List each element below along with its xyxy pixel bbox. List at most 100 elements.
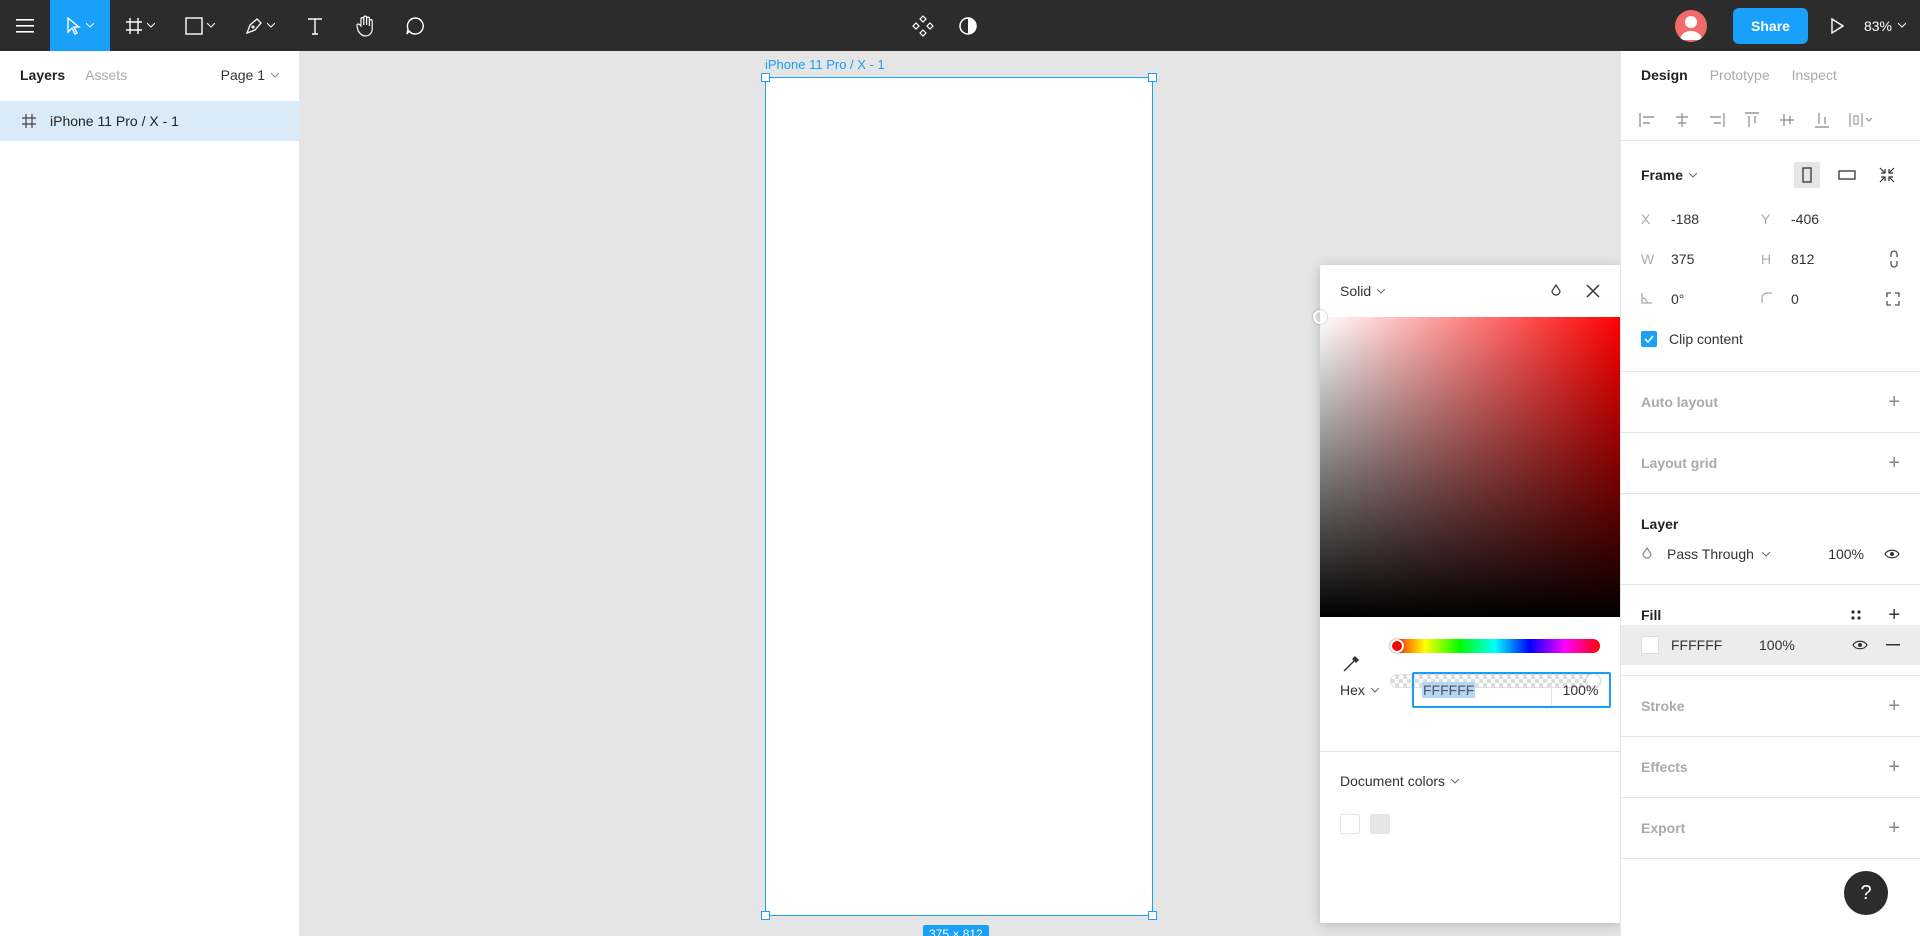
zoom-dropdown[interactable]: 83% bbox=[1864, 18, 1906, 34]
blend-drop-icon[interactable] bbox=[1550, 284, 1562, 298]
align-right-icon[interactable] bbox=[1709, 112, 1725, 128]
corner-radius-field[interactable]: 0 bbox=[1761, 291, 1881, 307]
fill-color-swatch[interactable] bbox=[1641, 636, 1659, 654]
align-horizontal-center-icon[interactable] bbox=[1674, 112, 1690, 128]
resize-handle-top-right[interactable] bbox=[1148, 73, 1157, 82]
width-field[interactable]: W 375 bbox=[1641, 251, 1761, 267]
avatar[interactable] bbox=[1675, 9, 1708, 42]
add-effect-button[interactable]: + bbox=[1888, 756, 1900, 779]
page-selector[interactable]: Page 1 bbox=[221, 67, 279, 83]
h-value: 812 bbox=[1791, 251, 1815, 267]
hue-knob[interactable] bbox=[1390, 639, 1404, 653]
layout-grid-section: Layout grid + bbox=[1621, 433, 1920, 494]
color-swatch[interactable] bbox=[1370, 814, 1390, 834]
frame-hash-icon bbox=[126, 17, 142, 34]
hand-tool-button[interactable] bbox=[340, 0, 390, 51]
help-button[interactable]: ? bbox=[1844, 871, 1888, 915]
hue-slider[interactable] bbox=[1390, 639, 1600, 653]
resize-handle-bottom-right[interactable] bbox=[1148, 911, 1157, 920]
corner-radius-icon bbox=[1761, 292, 1772, 303]
height-field[interactable]: H 812 bbox=[1761, 251, 1881, 267]
add-auto-layout-button[interactable]: + bbox=[1888, 391, 1900, 414]
blend-mode-dropdown[interactable]: Pass Through bbox=[1667, 546, 1770, 562]
theme-toggle-button[interactable] bbox=[958, 0, 978, 51]
align-left-icon[interactable] bbox=[1639, 112, 1655, 128]
iphone-frame[interactable] bbox=[765, 77, 1153, 916]
rotation-field[interactable]: 0° bbox=[1641, 291, 1761, 307]
y-field[interactable]: Y -406 bbox=[1761, 211, 1881, 227]
toolbar-right: Share 83% bbox=[1675, 0, 1920, 51]
divider bbox=[1320, 751, 1620, 752]
close-icon[interactable] bbox=[1586, 284, 1600, 298]
frame-tool-button[interactable] bbox=[110, 0, 170, 51]
play-icon bbox=[1831, 17, 1844, 34]
stroke-title: Stroke bbox=[1641, 698, 1685, 714]
tab-assets[interactable]: Assets bbox=[85, 67, 127, 83]
clip-content-checkbox[interactable] bbox=[1641, 331, 1657, 347]
styles-icon[interactable] bbox=[1850, 609, 1862, 621]
add-stroke-button[interactable]: + bbox=[1888, 695, 1900, 718]
resize-handle-bottom-left[interactable] bbox=[761, 911, 770, 920]
landscape-icon bbox=[1838, 170, 1856, 180]
move-tool-button[interactable] bbox=[50, 0, 110, 51]
layer-name: iPhone 11 Pro / X - 1 bbox=[50, 113, 179, 129]
user-icon bbox=[1680, 15, 1703, 40]
saturation-knob[interactable] bbox=[1313, 310, 1327, 324]
paint-type-dropdown[interactable]: Solid bbox=[1340, 283, 1386, 299]
present-button[interactable] bbox=[1830, 0, 1844, 51]
chevron-down-icon bbox=[86, 23, 94, 28]
portrait-button[interactable] bbox=[1794, 162, 1820, 188]
eye-icon[interactable] bbox=[1852, 639, 1868, 651]
comment-tool-button[interactable] bbox=[390, 0, 440, 51]
color-format-label: Hex bbox=[1340, 682, 1365, 698]
opacity-field[interactable]: 100% bbox=[1551, 674, 1609, 706]
saturation-area[interactable] bbox=[1313, 310, 1620, 617]
align-bottom-icon[interactable] bbox=[1814, 112, 1830, 128]
add-export-button[interactable]: + bbox=[1888, 817, 1900, 840]
resize-handle-top-left[interactable] bbox=[761, 73, 770, 82]
frame-type-dropdown[interactable]: Frame bbox=[1641, 167, 1698, 183]
tab-design[interactable]: Design bbox=[1641, 67, 1688, 83]
fill-hex-value[interactable]: FFFFFF bbox=[1671, 637, 1759, 653]
pen-tool-button[interactable] bbox=[230, 0, 290, 51]
frame-label[interactable]: iPhone 11 Pro / X - 1 bbox=[765, 57, 885, 72]
components-button[interactable] bbox=[912, 0, 934, 51]
distribute-icon[interactable] bbox=[1849, 112, 1873, 128]
hex-value-field[interactable]: FFFFFF bbox=[1414, 682, 1551, 698]
fill-opacity-value[interactable]: 100% bbox=[1759, 637, 1795, 653]
x-field[interactable]: X -188 bbox=[1641, 211, 1761, 227]
clip-content-row[interactable]: Clip content bbox=[1621, 319, 1920, 359]
add-layout-grid-button[interactable]: + bbox=[1888, 452, 1900, 475]
color-format-dropdown[interactable]: Hex bbox=[1340, 682, 1410, 698]
hex-input[interactable]: FFFFFF 100% bbox=[1412, 672, 1611, 708]
landscape-button[interactable] bbox=[1834, 162, 1860, 188]
align-top-icon[interactable] bbox=[1744, 111, 1760, 128]
chevron-down-icon bbox=[1377, 288, 1386, 294]
auto-layout-section: Auto layout + bbox=[1621, 372, 1920, 433]
share-button[interactable]: Share bbox=[1733, 7, 1808, 44]
layer-opacity-field[interactable]: 100% bbox=[1828, 546, 1864, 562]
main-menu-button[interactable] bbox=[0, 0, 50, 51]
chevron-down-icon bbox=[1451, 778, 1460, 784]
color-swatch[interactable] bbox=[1340, 814, 1360, 834]
export-title: Export bbox=[1641, 820, 1686, 836]
tab-prototype[interactable]: Prototype bbox=[1710, 67, 1770, 83]
properties-panel: Design Prototype Inspect Frame X -188 Y … bbox=[1620, 51, 1920, 936]
right-panel-tabs: Design Prototype Inspect bbox=[1621, 51, 1920, 99]
constrain-proportions-icon[interactable] bbox=[1888, 250, 1900, 268]
text-tool-button[interactable] bbox=[290, 0, 340, 51]
independent-corners-icon[interactable] bbox=[1886, 292, 1900, 306]
remove-fill-icon[interactable] bbox=[1886, 644, 1900, 646]
resize-to-fit-button[interactable] bbox=[1874, 162, 1900, 188]
add-fill-button[interactable]: + bbox=[1888, 604, 1900, 627]
tab-layers[interactable]: Layers bbox=[20, 67, 65, 83]
rectangle-icon bbox=[185, 16, 203, 35]
position-row: X -188 Y -406 bbox=[1621, 199, 1920, 239]
shape-tool-button[interactable] bbox=[170, 0, 230, 51]
export-section: Export + bbox=[1621, 798, 1920, 859]
tab-inspect[interactable]: Inspect bbox=[1792, 67, 1837, 83]
layer-row[interactable]: iPhone 11 Pro / X - 1 bbox=[0, 101, 299, 141]
eye-icon[interactable] bbox=[1884, 548, 1900, 560]
align-vertical-center-icon[interactable] bbox=[1779, 112, 1795, 128]
document-colors-dropdown[interactable]: Document colors bbox=[1340, 773, 1460, 789]
